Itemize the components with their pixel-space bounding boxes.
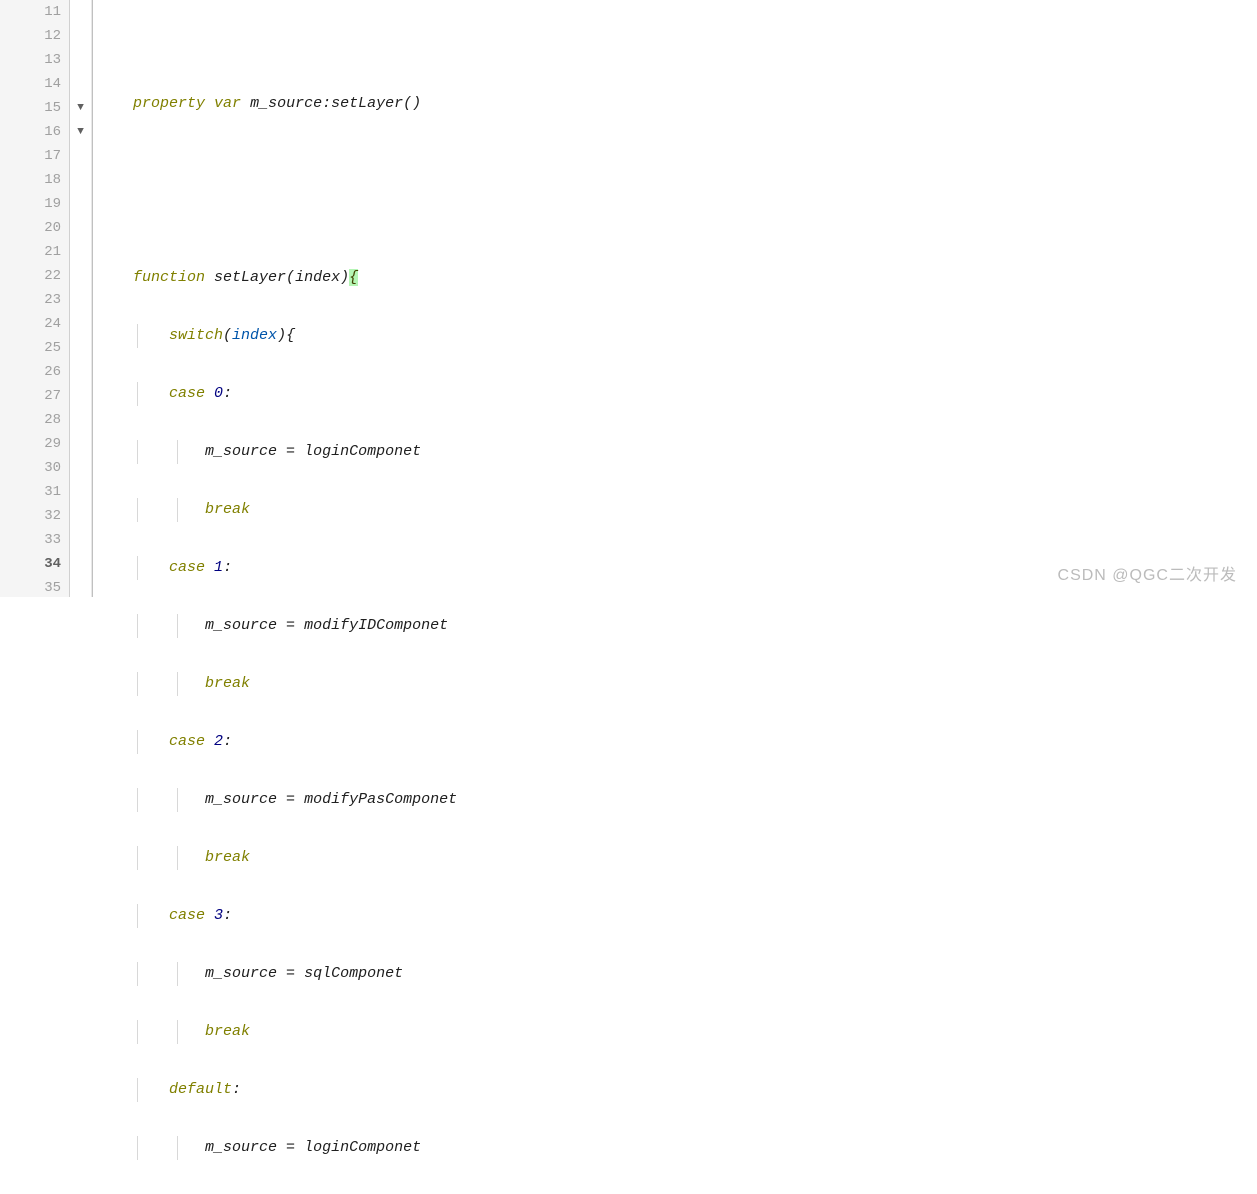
fold-column[interactable]: ▼ ▼ (70, 0, 92, 597)
line-number: 27 (0, 384, 61, 408)
line-number: 23 (0, 288, 61, 312)
code-line[interactable]: m_source = sqlComponet (133, 962, 1257, 986)
line-number: 16 (0, 120, 61, 144)
code-line[interactable]: m_source = modifyIDComponet (133, 614, 1257, 638)
code-line[interactable] (133, 208, 1257, 232)
line-number: 33 (0, 528, 61, 552)
fold-toggle-icon[interactable]: ▼ (70, 120, 91, 144)
code-line[interactable]: break (133, 846, 1257, 870)
line-number: 25 (0, 336, 61, 360)
bracket-match-open: { (349, 269, 358, 286)
line-number: 20 (0, 216, 61, 240)
code-editor[interactable]: 11 12 13 14 15 16 17 18 19 20 21 22 23 2… (0, 0, 1257, 597)
code-content[interactable]: property var m_source:setLayer() functio… (93, 0, 1257, 597)
code-line[interactable]: case 0: (133, 382, 1257, 406)
line-number: 35 (0, 576, 61, 600)
code-line[interactable] (133, 34, 1257, 58)
code-line[interactable]: break (133, 1020, 1257, 1044)
line-number: 19 (0, 192, 61, 216)
line-number-current: 34 (0, 552, 61, 576)
fold-toggle-icon[interactable]: ▼ (70, 96, 91, 120)
line-number: 18 (0, 168, 61, 192)
line-number: 30 (0, 456, 61, 480)
line-number: 12 (0, 24, 61, 48)
line-number: 14 (0, 72, 61, 96)
line-number: 28 (0, 408, 61, 432)
line-number: 17 (0, 144, 61, 168)
code-line[interactable]: break (133, 672, 1257, 696)
code-line[interactable] (133, 150, 1257, 174)
code-line[interactable]: case 3: (133, 904, 1257, 928)
code-line[interactable]: m_source = loginComponet (133, 440, 1257, 464)
code-line[interactable]: function setLayer(index){ (133, 266, 1257, 290)
code-line[interactable]: m_source = modifyPasComponet (133, 788, 1257, 812)
line-number-gutter: 11 12 13 14 15 16 17 18 19 20 21 22 23 2… (0, 0, 70, 597)
line-number: 11 (0, 0, 61, 24)
code-line[interactable]: default: (133, 1078, 1257, 1102)
line-number: 21 (0, 240, 61, 264)
line-number: 13 (0, 48, 61, 72)
code-line[interactable]: break (133, 498, 1257, 522)
watermark-text: CSDN @QGC二次开发 (1058, 561, 1237, 585)
line-number: 15 (0, 96, 61, 120)
line-number: 22 (0, 264, 61, 288)
code-line[interactable]: m_source = loginComponet (133, 1136, 1257, 1160)
line-number: 31 (0, 480, 61, 504)
code-line[interactable]: case 2: (133, 730, 1257, 754)
code-line[interactable]: property var m_source:setLayer() (133, 92, 1257, 116)
code-line[interactable]: switch(index){ (133, 324, 1257, 348)
line-number: 29 (0, 432, 61, 456)
line-number: 32 (0, 504, 61, 528)
line-number: 26 (0, 360, 61, 384)
line-number: 24 (0, 312, 61, 336)
